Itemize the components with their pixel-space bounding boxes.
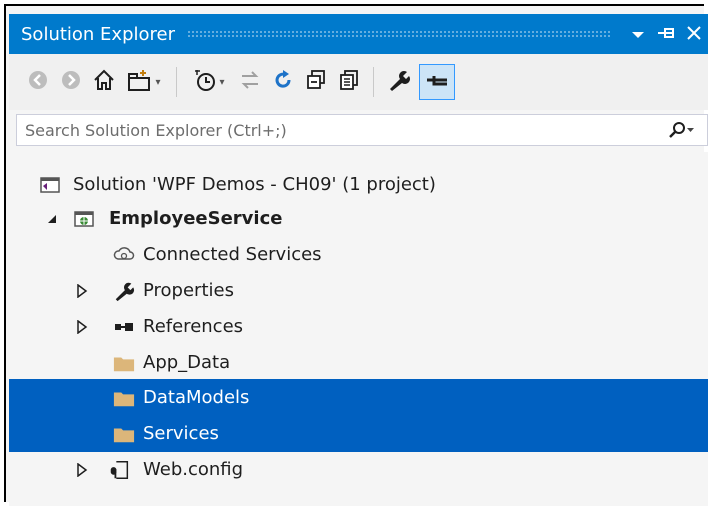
collapse-all-icon xyxy=(305,69,327,95)
switch-views-icon xyxy=(127,68,153,96)
tree-item-label: App_Data xyxy=(143,352,231,373)
collapsed-arrow-icon[interactable] xyxy=(73,461,91,479)
search-icon[interactable] xyxy=(667,121,707,139)
refresh-icon xyxy=(272,69,294,95)
toolbar-separator xyxy=(373,67,374,97)
pending-changes-icon xyxy=(193,68,217,96)
properties-button[interactable] xyxy=(382,65,415,99)
chevron-down-icon[interactable]: ▾ xyxy=(219,77,224,88)
show-all-files-icon xyxy=(338,69,360,95)
web-project-icon xyxy=(73,208,95,230)
folder-icon xyxy=(113,352,135,374)
preview-selected-icon xyxy=(426,69,448,95)
collapse-all-button[interactable] xyxy=(299,65,332,99)
title-grip[interactable] xyxy=(187,30,610,38)
home-icon xyxy=(92,69,116,95)
connected-services-icon xyxy=(113,244,135,266)
show-all-files-button[interactable] xyxy=(332,65,365,99)
wrench-icon xyxy=(387,68,411,96)
window-title: Solution Explorer xyxy=(21,23,175,45)
collapsed-arrow-icon[interactable] xyxy=(73,318,91,336)
refresh-button[interactable] xyxy=(266,65,299,99)
folder-icon xyxy=(113,387,135,409)
home-button[interactable] xyxy=(87,65,120,99)
tree-row-properties[interactable]: Properties xyxy=(9,272,708,309)
tree-row-app-data[interactable]: App_Data xyxy=(9,344,708,381)
tree-row-connected-services[interactable]: Connected Services xyxy=(9,236,708,273)
sync-button[interactable] xyxy=(233,65,266,99)
back-button[interactable] xyxy=(21,65,54,99)
solution-tree: Solution 'WPF Demos - CH09' (1 project) … xyxy=(9,152,708,506)
window-dropdown-icon[interactable] xyxy=(624,24,652,45)
tree-item-label: Web.config xyxy=(143,459,244,480)
references-icon xyxy=(113,316,135,338)
tree-row-solution[interactable]: Solution 'WPF Demos - CH09' (1 project) xyxy=(9,166,708,203)
tree-item-label: Properties xyxy=(143,280,234,301)
tree-item-label: DataModels xyxy=(143,387,250,408)
pending-changes-button[interactable]: ▾ xyxy=(185,65,233,99)
tree-item-label: Services xyxy=(143,423,219,444)
forward-icon xyxy=(60,69,82,95)
close-icon[interactable] xyxy=(680,24,708,45)
collapsed-arrow-icon[interactable] xyxy=(73,282,91,300)
back-icon xyxy=(27,69,49,95)
chevron-down-icon[interactable]: ▾ xyxy=(155,77,160,88)
toolbar-separator xyxy=(176,67,177,97)
title-bar: Solution Explorer xyxy=(9,14,708,54)
pin-icon[interactable] xyxy=(652,24,680,45)
project-label: EmployeeService xyxy=(109,208,283,229)
tree-row-services[interactable]: Services xyxy=(9,415,708,452)
search-input[interactable] xyxy=(17,119,667,141)
toolbar: ▾ ▾ xyxy=(9,54,708,110)
folder-icon xyxy=(113,423,135,445)
tree-row-datamodels[interactable]: DataModels xyxy=(9,379,708,416)
expanded-arrow-icon[interactable] xyxy=(43,210,61,228)
solution-label: Solution 'WPF Demos - CH09' (1 project) xyxy=(73,174,436,195)
tree-row-project[interactable]: EmployeeService xyxy=(9,200,708,237)
tree-row-references[interactable]: References xyxy=(9,308,708,345)
preview-selected-button[interactable] xyxy=(419,64,455,100)
switch-views-button[interactable]: ▾ xyxy=(120,65,168,99)
forward-button[interactable] xyxy=(54,65,87,99)
tree-item-label: References xyxy=(143,316,244,337)
config-file-icon xyxy=(109,459,131,481)
solution-icon xyxy=(39,174,61,196)
tree-item-label: Connected Services xyxy=(143,244,322,265)
wrench-icon xyxy=(113,280,135,302)
tree-row-web-config[interactable]: Web.config xyxy=(9,451,708,488)
sync-icon xyxy=(239,69,261,95)
search-box[interactable] xyxy=(16,114,708,146)
